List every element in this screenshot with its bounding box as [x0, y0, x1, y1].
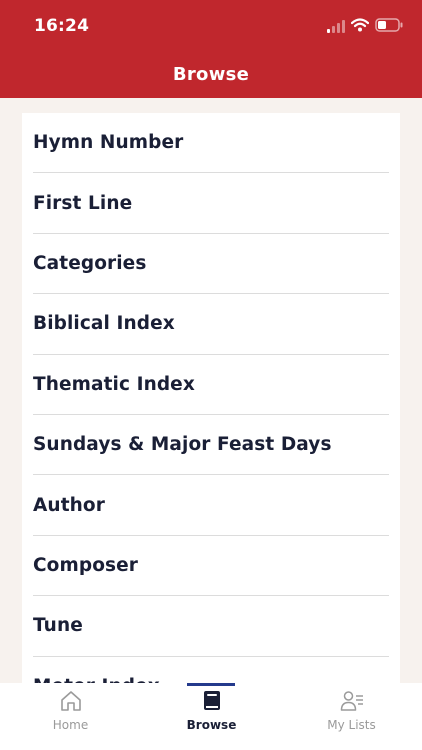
browse-item-label: Composer [33, 554, 138, 576]
browse-item-categories[interactable]: Categories [33, 234, 389, 295]
browse-item-author[interactable]: Author [33, 475, 389, 536]
user-list-icon [340, 691, 363, 711]
browse-list: Hymn Number First Line Categories Biblic… [22, 113, 400, 693]
page-title: Browse [172, 64, 250, 85]
book-icon [203, 691, 220, 710]
browse-item-label: Hymn Number [33, 132, 184, 154]
app-header: 16:24 Browse [0, 0, 422, 98]
browse-item-label: Tune [33, 615, 83, 637]
tab-browse[interactable]: Browse [141, 683, 282, 750]
browse-item-composer[interactable]: Composer [33, 536, 389, 597]
browse-item-label: Sundays & Major Feast Days [33, 434, 332, 456]
browse-item-label: First Line [33, 192, 133, 214]
active-tab-indicator [187, 683, 235, 686]
browse-item-hymn-number[interactable]: Hymn Number [33, 113, 389, 174]
browse-item-thematic-index[interactable]: Thematic Index [33, 355, 389, 415]
cellular-signal-icon [327, 20, 345, 33]
home-icon [60, 691, 81, 711]
tab-my-lists[interactable]: My Lists [281, 683, 422, 750]
browse-item-label: Categories [33, 252, 147, 274]
browse-item-tune[interactable]: Tune [33, 596, 389, 657]
tab-home[interactable]: Home [0, 683, 141, 750]
tab-label: Browse [186, 718, 237, 732]
browse-item-label: Thematic Index [33, 373, 195, 395]
browse-item-label: Author [33, 494, 105, 516]
browse-item-first-line[interactable]: First Line [33, 173, 389, 234]
status-bar: 16:24 [0, 0, 422, 54]
tab-bar: Home Browse My Lists [0, 683, 422, 750]
browse-item-label: Biblical Index [33, 313, 175, 335]
tab-label: My Lists [327, 718, 376, 732]
browse-item-biblical-index[interactable]: Biblical Index [33, 294, 389, 355]
browse-item-sundays-feast-days[interactable]: Sundays & Major Feast Days [33, 415, 389, 476]
wifi-icon [351, 18, 369, 32]
battery-icon [375, 18, 403, 32]
status-time: 16:24 [34, 16, 90, 36]
tab-label: Home [52, 718, 89, 732]
